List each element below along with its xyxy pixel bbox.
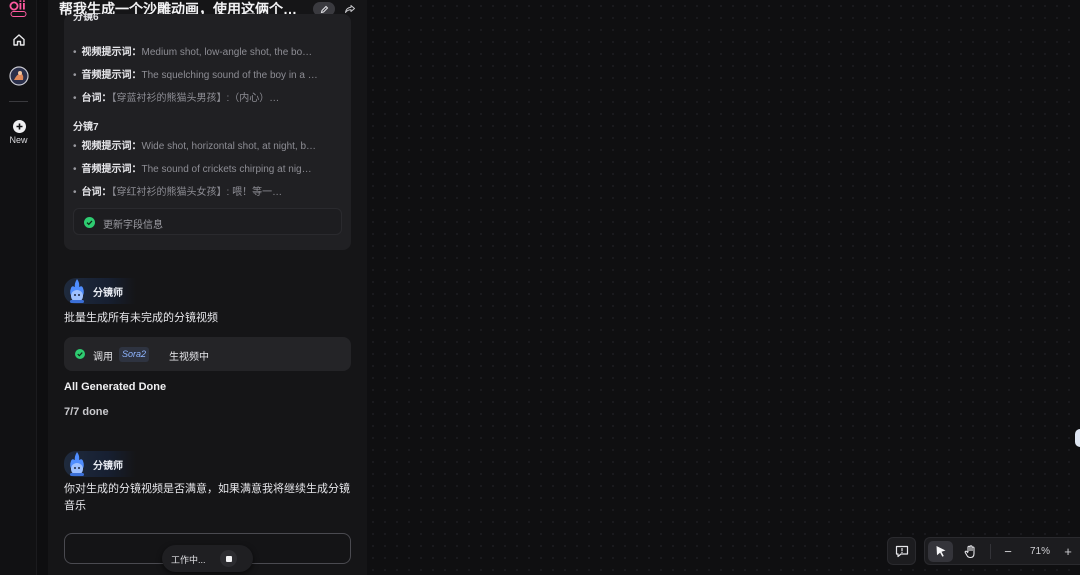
field-key: 音频提示词： bbox=[81, 70, 142, 81]
app-window: New 帮我生成一个沙雕动画，使用这俩个角色… 分镜6 • 视频提示词：Mediu… bbox=[0, 0, 1080, 575]
canvas-edge-handle[interactable] bbox=[1075, 429, 1080, 447]
shot-field-row: • 视频提示词：Wide shot, horizontal shot, at ni… bbox=[73, 141, 317, 152]
feedback-button[interactable] bbox=[887, 537, 916, 565]
workspace-canvas[interactable] bbox=[367, 0, 1080, 575]
canvas-toolbar: − 71% + bbox=[924, 537, 1080, 565]
tool-call-card[interactable]: 调用 Sora2 生视频中 bbox=[64, 337, 351, 371]
model-tag: Sora2 bbox=[119, 347, 150, 362]
hand-icon bbox=[964, 544, 975, 558]
field-key: 台词： bbox=[81, 93, 112, 104]
left-rail: New bbox=[0, 0, 37, 575]
share-icon bbox=[345, 5, 355, 13]
cursor-arrow-icon bbox=[936, 546, 945, 557]
working-label: 工作中... bbox=[171, 555, 206, 565]
field-value: Wide shot, horizontal shot, at night, b… bbox=[141, 141, 317, 152]
agent-message: 你对生成的分镜视频是否满意，如果满意我将继续生成分镜音乐 bbox=[64, 483, 350, 512]
chat-panel: 帮我生成一个沙雕动画，使用这俩个角色… 分镜6 • 视频提示词：Medium sh… bbox=[48, 0, 367, 575]
user-avatar[interactable] bbox=[8, 65, 30, 87]
field-key: 视频提示词： bbox=[81, 47, 142, 58]
pencil-icon bbox=[320, 5, 328, 13]
home-icon[interactable] bbox=[8, 29, 30, 51]
feedback-icon bbox=[895, 545, 908, 557]
update-fields-label: 更新字段信息 bbox=[103, 220, 163, 231]
app-logo[interactable] bbox=[8, 0, 30, 18]
check-circle-icon bbox=[75, 349, 85, 359]
new-plus-icon[interactable] bbox=[8, 115, 30, 137]
agent-avatar-icon bbox=[70, 452, 84, 476]
hand-tool-button[interactable] bbox=[959, 541, 982, 562]
stop-icon bbox=[225, 555, 232, 562]
field-key: 视频提示词： bbox=[81, 141, 142, 152]
field-key: 台词： bbox=[81, 187, 112, 198]
tool-suffix: 生视频中 bbox=[169, 352, 209, 363]
agent-avatar-icon bbox=[70, 279, 84, 303]
rail-divider bbox=[9, 101, 28, 102]
new-label[interactable]: New bbox=[0, 135, 37, 145]
update-fields-status: 更新字段信息 bbox=[73, 208, 342, 235]
generation-done-title: All Generated Done bbox=[64, 381, 167, 393]
agent-name: 分镜师 bbox=[93, 287, 123, 299]
field-value: The sound of crickets chirping at nig… bbox=[141, 164, 312, 175]
shot-field-row: • 音频提示词：The sound of crickets chirping at… bbox=[73, 164, 312, 175]
shot-heading: 分镜6 bbox=[73, 14, 99, 23]
shot-field-row: • 音频提示词：The squelching sound of the boy i… bbox=[73, 70, 318, 81]
generation-done-count: 7/7 done bbox=[64, 406, 109, 418]
field-value: 【穿蓝衬衫的熊猫头男孩】:（内心）… bbox=[111, 93, 280, 104]
agent-message: 批量生成所有未完成的分镜视频 bbox=[64, 312, 218, 324]
field-value: Medium shot, low-angle shot, the bo… bbox=[141, 47, 313, 58]
select-tool-button[interactable] bbox=[928, 541, 953, 562]
shot-field-row: • 视频提示词：Medium shot, low-angle shot, the … bbox=[73, 47, 313, 58]
toolbar-divider bbox=[990, 544, 991, 559]
stop-button[interactable] bbox=[220, 550, 237, 567]
shot-heading: 分镜7 bbox=[73, 122, 99, 133]
field-key: 音频提示词： bbox=[81, 164, 142, 175]
check-circle-icon bbox=[84, 217, 95, 228]
field-value: 【穿红衬衫的熊猫头女孩】: 喂！等一… bbox=[111, 187, 283, 198]
agent-name: 分镜师 bbox=[93, 460, 123, 472]
zoom-in-button[interactable]: + bbox=[1061, 541, 1075, 562]
agent-badge: 分镜师 bbox=[64, 278, 136, 304]
zoom-level[interactable]: 71% bbox=[1025, 541, 1055, 562]
field-value: The squelching sound of the boy in a … bbox=[141, 70, 318, 81]
shot-field-row: • 台词：【穿红衬衫的熊猫头女孩】: 喂！等一… bbox=[73, 187, 283, 198]
storyboard-card: 分镜6 • 视频提示词：Medium shot, low-angle shot, … bbox=[64, 14, 351, 250]
tool-prefix: 调用 bbox=[93, 352, 113, 363]
working-indicator: 工作中... bbox=[162, 545, 253, 572]
zoom-out-button[interactable]: − bbox=[1001, 541, 1015, 562]
agent-badge: 分镜师 bbox=[64, 451, 136, 477]
shot-field-row: • 台词：【穿蓝衬衫的熊猫头男孩】:（内心）… bbox=[73, 93, 280, 104]
